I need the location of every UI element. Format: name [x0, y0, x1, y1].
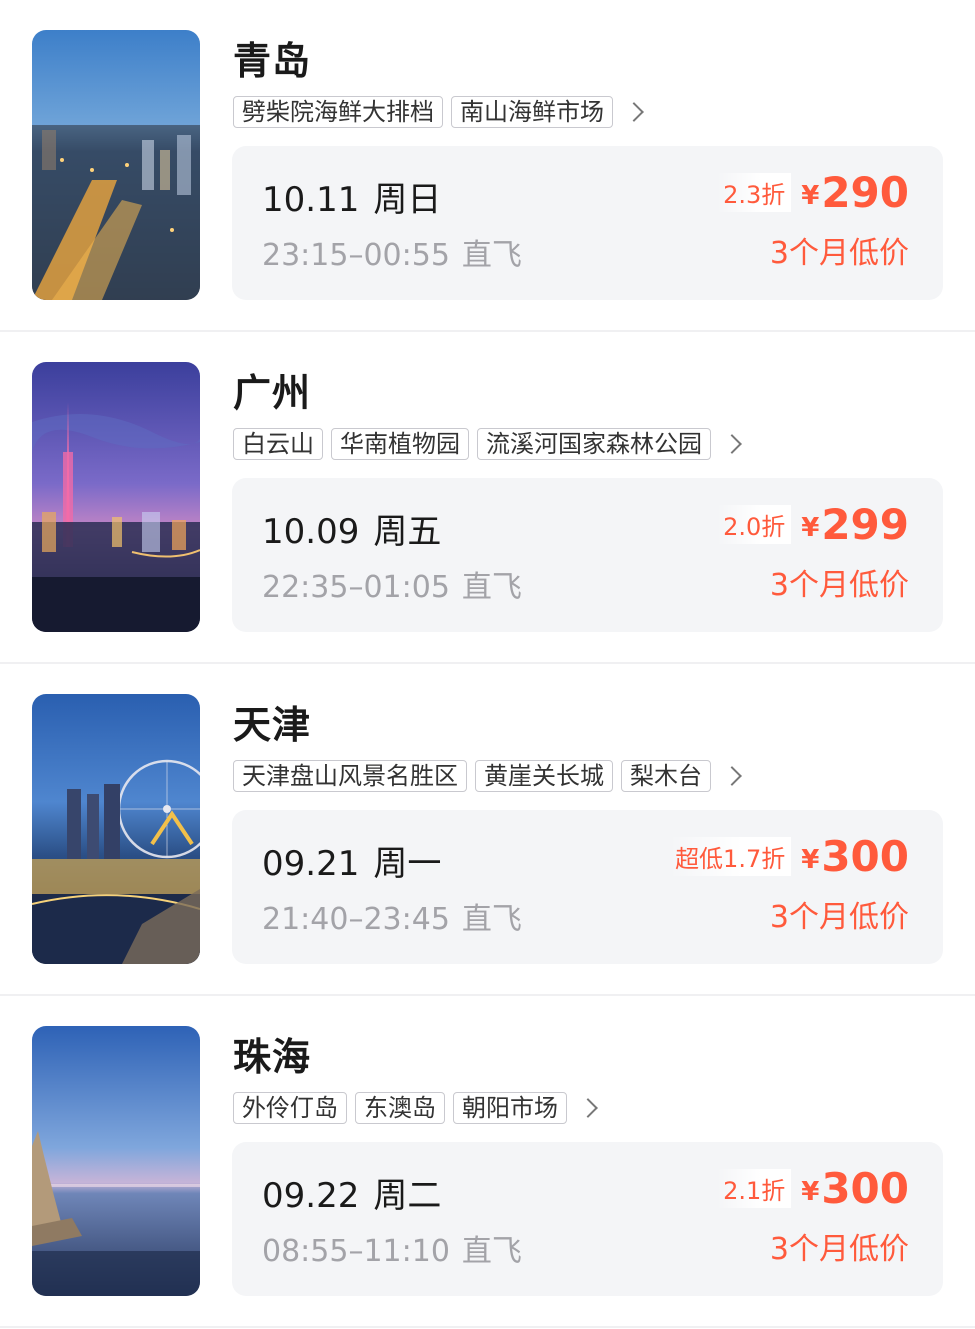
flight-time: 22:35–01:05 直飞: [262, 562, 522, 606]
destination-item[interactable]: 珠海 外伶仃岛 东澳岛 朝阳市场 09.22 周二 08:55–11:10 直飞 2…: [0, 996, 975, 1328]
attraction-tag[interactable]: 梨木台: [621, 760, 711, 792]
coast-dusk-image: [32, 1026, 200, 1296]
attraction-tag[interactable]: 天津盘山风景名胜区: [233, 760, 467, 792]
currency-symbol: ¥: [801, 845, 820, 875]
flight-deal-card[interactable]: 09.21 周一 21:40–23:45 直飞 超低1.7折 ¥ 300 3个月低价: [232, 810, 943, 964]
city-night-image: [32, 30, 200, 300]
city-name: 青岛: [233, 39, 312, 83]
price-row: 2.1折 ¥ 300: [717, 1163, 909, 1213]
flight-date: 10.09 周五: [262, 504, 441, 553]
flight-time: 08:55–11:10 直飞: [262, 1226, 522, 1270]
attraction-tag[interactable]: 劈柴院海鲜大排档: [233, 96, 443, 128]
date-value: 09.21: [262, 844, 360, 884]
price-value: 300: [821, 1163, 909, 1213]
weekday: 周一: [373, 844, 442, 884]
city-name: 珠海: [233, 1035, 312, 1079]
flight-date: 10.11 周日: [262, 172, 441, 221]
price-row: 超低1.7折 ¥ 300: [669, 831, 909, 881]
time-range: 08:55–11:10: [262, 1234, 450, 1269]
city-photo[interactable]: [32, 1026, 200, 1296]
attraction-tags[interactable]: 白云山 华南植物园 流溪河国家森林公园: [233, 426, 742, 462]
price-value: 299: [821, 499, 909, 549]
attraction-tags[interactable]: 天津盘山风景名胜区 黄崖关长城 梨木台: [233, 758, 742, 794]
date-value: 10.09: [262, 512, 360, 552]
discount-badge: 超低1.7折: [669, 836, 792, 876]
city-photo[interactable]: [32, 694, 200, 964]
destination-list: 青岛 劈柴院海鲜大排档 南山海鲜市场 10.11 周日 23:15–00:55 直飞…: [0, 0, 975, 1329]
flight-type: 直飞: [461, 902, 522, 937]
destination-item[interactable]: 广州 白云山 华南植物园 流溪河国家森林公园 10.09 周五 22:35–01:…: [0, 332, 975, 664]
price-note: 3个月低价: [769, 236, 909, 271]
attraction-tags[interactable]: 外伶仃岛 东澳岛 朝阳市场: [233, 1090, 598, 1126]
discount-badge: 2.1折: [717, 1168, 792, 1208]
currency-symbol: ¥: [801, 1177, 820, 1207]
price-note: 3个月低价: [769, 900, 909, 935]
attraction-tags[interactable]: 劈柴院海鲜大排档 南山海鲜市场: [233, 94, 644, 130]
city-night-image: [32, 694, 200, 964]
chevron-right-icon[interactable]: [722, 434, 742, 454]
chevron-right-icon[interactable]: [624, 102, 644, 122]
price-row: 2.0折 ¥ 299: [717, 499, 909, 549]
destination-item[interactable]: 青岛 劈柴院海鲜大排档 南山海鲜市场 10.11 周日 23:15–00:55 直飞…: [0, 0, 975, 332]
chevron-right-icon[interactable]: [578, 1098, 598, 1118]
flight-time: 21:40–23:45 直飞: [262, 894, 522, 938]
flight-date: 09.21 周一: [262, 836, 441, 885]
city-name: 广州: [233, 371, 312, 415]
city-photo[interactable]: [32, 30, 200, 300]
date-value: 10.11: [262, 180, 360, 220]
attraction-tag[interactable]: 南山海鲜市场: [451, 96, 613, 128]
price-note: 3个月低价: [769, 1232, 909, 1267]
weekday: 周日: [373, 180, 442, 220]
flight-deal-card[interactable]: 10.11 周日 23:15–00:55 直飞 2.3折 ¥ 290 3个月低价: [232, 146, 943, 300]
price-value: 290: [821, 167, 909, 217]
weekday: 周二: [373, 1176, 442, 1216]
flight-date: 09.22 周二: [262, 1168, 441, 1217]
attraction-tag[interactable]: 外伶仃岛: [233, 1092, 347, 1124]
discount-badge: 2.0折: [717, 504, 792, 544]
discount-badge: 2.3折: [717, 172, 792, 212]
currency-symbol: ¥: [801, 513, 820, 543]
attraction-tag[interactable]: 华南植物园: [331, 428, 469, 460]
attraction-tag[interactable]: 流溪河国家森林公园: [477, 428, 711, 460]
flight-type: 直飞: [461, 570, 522, 605]
destination-item[interactable]: 天津 天津盘山风景名胜区 黄崖关长城 梨木台 09.21 周一 21:40–23:…: [0, 664, 975, 996]
flight-type: 直飞: [461, 238, 522, 273]
time-range: 23:15–00:55: [262, 238, 450, 273]
city-night-image: [32, 362, 200, 632]
price-note: 3个月低价: [769, 568, 909, 603]
price-row: 2.3折 ¥ 290: [717, 167, 909, 217]
chevron-right-icon[interactable]: [722, 766, 742, 786]
time-range: 22:35–01:05: [262, 570, 450, 605]
currency-symbol: ¥: [801, 181, 820, 211]
attraction-tag[interactable]: 黄崖关长城: [475, 760, 613, 792]
attraction-tag[interactable]: 朝阳市场: [453, 1092, 567, 1124]
attraction-tag[interactable]: 东澳岛: [355, 1092, 445, 1124]
city-photo[interactable]: [32, 362, 200, 632]
weekday: 周五: [373, 512, 442, 552]
time-range: 21:40–23:45: [262, 902, 450, 937]
flight-type: 直飞: [461, 1234, 522, 1269]
flight-deal-card[interactable]: 09.22 周二 08:55–11:10 直飞 2.1折 ¥ 300 3个月低价: [232, 1142, 943, 1296]
date-value: 09.22: [262, 1176, 360, 1216]
attraction-tag[interactable]: 白云山: [233, 428, 323, 460]
city-name: 天津: [233, 703, 312, 747]
flight-deal-card[interactable]: 10.09 周五 22:35–01:05 直飞 2.0折 ¥ 299 3个月低价: [232, 478, 943, 632]
flight-time: 23:15–00:55 直飞: [262, 230, 522, 274]
price-value: 300: [821, 831, 909, 881]
